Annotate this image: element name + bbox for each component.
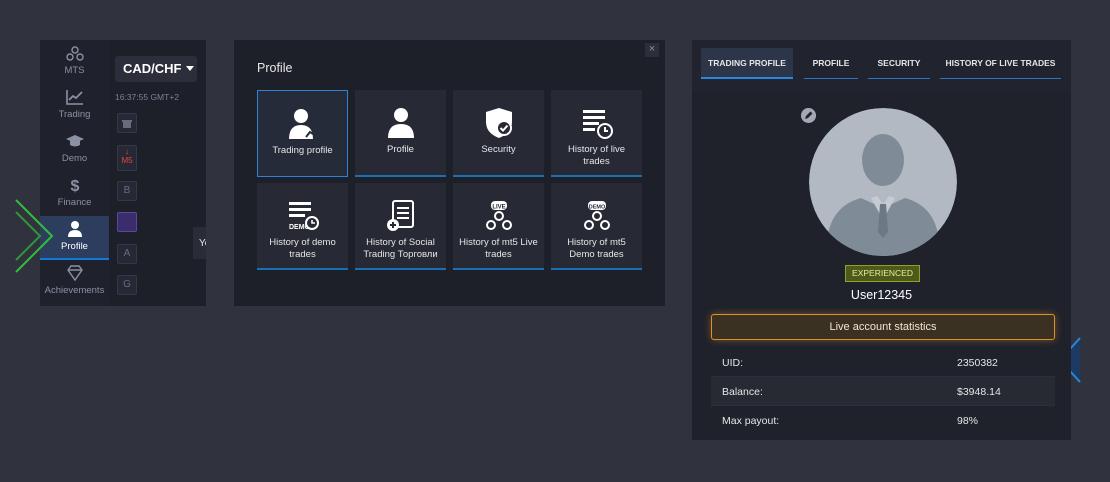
mt5-demo-icon: DEMO — [583, 201, 610, 230]
tab-profile[interactable]: PROFILE — [804, 48, 858, 79]
stat-value: $3948.14 — [957, 386, 1001, 398]
server-time: 16:37:55 GMT+2 — [115, 92, 180, 102]
tile-history-live[interactable]: History of live trades — [551, 90, 642, 177]
tile-profile[interactable]: Profile — [355, 90, 446, 177]
tile-history-mt5-live[interactable]: LIVE History of mt5 Live trades — [453, 183, 544, 270]
username: User12345 — [850, 288, 913, 302]
tile-trading-profile[interactable]: Trading profile — [257, 90, 348, 177]
chart-area: CAD/CHF 16:37:55 GMT+2 ↓M5 B A G Your pr… — [109, 40, 206, 306]
stat-value: 98% — [957, 415, 979, 427]
avatar — [809, 108, 957, 256]
sidebar-item-label: MTS — [64, 65, 85, 76]
tile-label: History of Social Trading Торговли — [363, 237, 438, 260]
gift-tool-button[interactable] — [117, 113, 137, 133]
caret-down-icon — [185, 66, 194, 71]
user-icon — [67, 221, 82, 237]
tool-purple-button[interactable] — [117, 212, 137, 232]
tile-security[interactable]: Security — [453, 90, 544, 177]
asset-pair-selector[interactable]: CAD/CHF — [115, 56, 197, 82]
mts-icon — [65, 46, 84, 61]
tile-label: History of mt5 Live trades — [459, 237, 538, 260]
tool-a-button[interactable]: A — [117, 244, 137, 264]
stat-row-uid: UID: 2350382 — [711, 348, 1055, 377]
sidebar-panel: MTS Trading Demo $ Finance Profile Achie… — [40, 40, 206, 306]
dollar-icon: $ — [70, 178, 79, 194]
pointer-chevron-icon — [15, 199, 54, 273]
trading-profile-panel: TRADING PROFILE PROFILE SECURITY HISTORY… — [692, 40, 1071, 440]
live-account-statistics-button[interactable]: Live account statistics — [711, 314, 1055, 340]
document-icon — [386, 200, 414, 231]
tile-label: History of demo trades — [269, 237, 336, 260]
experience-badge: EXPERIENCED — [845, 265, 920, 282]
sidebar-item-mts[interactable]: MTS — [40, 40, 109, 84]
asset-pair-label: CAD/CHF — [123, 61, 182, 76]
demo-history-icon: DEMO — [288, 202, 319, 231]
stat-value: 2350382 — [957, 357, 998, 369]
chart-icon — [65, 90, 83, 105]
timeframe-button[interactable]: ↓ M5 — [117, 145, 137, 171]
sidebar-item-label: Achievements — [44, 285, 105, 296]
tab-security[interactable]: SECURITY — [868, 48, 930, 79]
sidebar-item-label: Demo — [61, 153, 88, 164]
edit-avatar-icon[interactable] — [801, 108, 816, 123]
timeframe-label: M5 — [121, 156, 133, 165]
tile-label: History of mt5 Demo trades — [567, 237, 626, 260]
diamond-icon — [66, 265, 83, 282]
graduation-cap-icon — [65, 135, 84, 147]
mt5-live-icon: LIVE — [485, 201, 512, 230]
svg-text:$: $ — [70, 178, 79, 194]
tool-b-button[interactable]: B — [117, 181, 137, 201]
down-arrow-icon: ↓ — [125, 147, 129, 156]
tab-history-live-trades[interactable]: HISTORY OF LIVE TRADES — [940, 48, 1061, 79]
history-icon — [582, 110, 613, 139]
sidebar-item-trading[interactable]: Trading — [40, 84, 109, 128]
tile-label: History of live trades — [567, 144, 625, 167]
tile-history-social[interactable]: History of Social Trading Торговли — [355, 183, 446, 270]
svg-text:DEMO: DEMO — [588, 205, 605, 211]
stat-row-balance: Balance: $3948.14 — [711, 377, 1055, 406]
profile-menu-panel: Profile × Trading profile Profile Securi… — [234, 40, 665, 306]
stat-key: Balance: — [722, 386, 763, 398]
svg-text:LIVE: LIVE — [492, 205, 505, 211]
tile-label: Trading profile — [272, 145, 333, 156]
gift-icon — [122, 120, 132, 128]
sidebar-item-label: Trading — [58, 109, 91, 120]
stat-key: UID: — [722, 357, 743, 369]
stat-key: Max payout: — [722, 415, 780, 427]
tile-history-demo[interactable]: DEMO History of demo trades — [257, 183, 348, 270]
tile-label: Security — [481, 144, 516, 155]
tab-bar: TRADING PROFILE PROFILE SECURITY HISTORY… — [692, 40, 1071, 92]
tool-g-button[interactable]: G — [117, 275, 137, 295]
tile-history-mt5-demo[interactable]: DEMO History of mt5 Demo trades — [551, 183, 642, 270]
tile-label: Profile — [387, 144, 414, 155]
stat-row-max-payout: Max payout: 98% — [711, 406, 1055, 435]
shield-icon — [485, 108, 512, 138]
page-title: Profile — [257, 61, 293, 75]
close-button[interactable]: × — [645, 43, 659, 57]
sidebar-item-demo[interactable]: Demo — [40, 128, 109, 172]
profile-tooltip: Your profile's info — [193, 227, 206, 259]
tab-trading-profile[interactable]: TRADING PROFILE — [701, 48, 793, 79]
user-icon — [387, 108, 414, 138]
trading-profile-icon — [288, 109, 319, 139]
